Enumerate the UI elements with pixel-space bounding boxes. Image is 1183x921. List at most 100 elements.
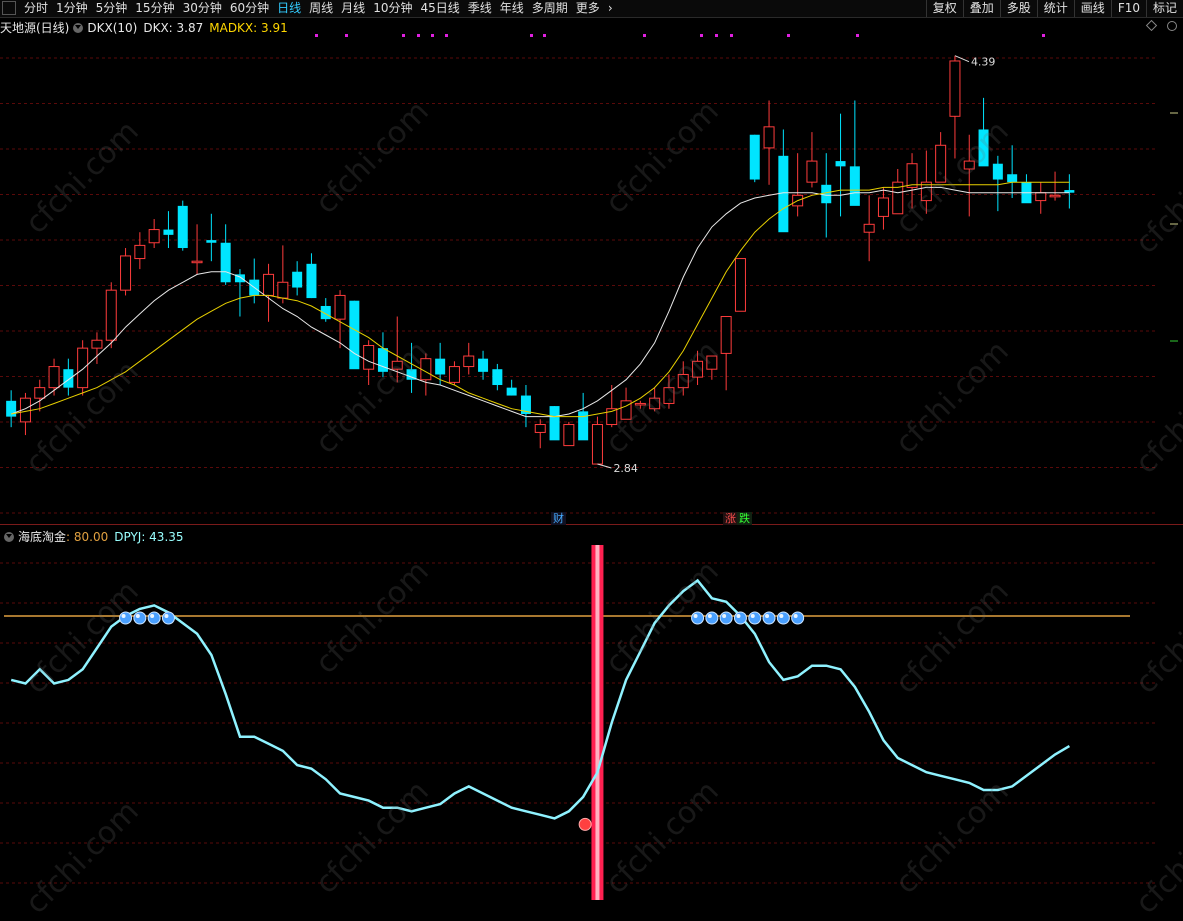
candle-body	[6, 400, 17, 417]
bubble-highlight	[736, 614, 741, 618]
candle-body	[749, 134, 760, 180]
candle-body	[549, 406, 560, 441]
candle-body	[391, 360, 403, 370]
signal-bubble	[691, 611, 705, 625]
candle-body	[963, 160, 975, 170]
signal-dot	[530, 34, 533, 37]
candle-body	[620, 400, 632, 420]
low-marker-line	[597, 463, 612, 469]
candle-body	[334, 294, 346, 320]
signal-bubble	[776, 611, 790, 625]
finance-tag[interactable]: 财	[551, 512, 566, 525]
bubble-highlight	[722, 614, 727, 618]
candle-body	[148, 229, 160, 244]
candle-body	[177, 205, 188, 249]
candle-body	[506, 387, 517, 396]
signal-bubble	[791, 611, 805, 625]
signal-bubble	[147, 611, 161, 625]
candle-body	[692, 360, 704, 378]
signal-bubble	[161, 611, 175, 625]
candle-body	[292, 271, 303, 288]
signal-dot	[787, 34, 790, 37]
candle-body	[320, 305, 331, 320]
candle-body	[492, 369, 503, 386]
signal-dot	[1042, 34, 1045, 37]
candle-body	[634, 402, 646, 406]
candle-body	[1035, 192, 1047, 202]
candle-body	[534, 424, 546, 433]
signal-bubble	[762, 611, 776, 625]
candle-body	[206, 240, 217, 243]
candle-body	[806, 160, 818, 183]
candle-body	[1007, 174, 1018, 183]
high-price-label: 4.39	[971, 56, 996, 69]
signal-dot	[700, 34, 703, 37]
signal-bubble	[748, 611, 762, 625]
bubble-highlight	[750, 614, 755, 618]
fall-tag[interactable]: 跌	[737, 512, 752, 525]
signal-dot	[543, 34, 546, 37]
candle-body	[105, 289, 117, 341]
candle-body	[420, 358, 432, 381]
candle-body	[263, 273, 275, 296]
signal-dot	[345, 34, 348, 37]
candle-body	[992, 163, 1003, 180]
candle-body	[34, 387, 46, 399]
candle-body	[91, 339, 103, 349]
candle-body	[363, 344, 375, 370]
madkx-line	[11, 181, 1070, 418]
circle-icon[interactable]	[1167, 21, 1177, 31]
candle-body	[821, 184, 832, 204]
signal-bar-highlight	[595, 545, 600, 900]
signal-dot	[445, 34, 448, 37]
candle-body	[277, 281, 289, 299]
candle-body	[949, 60, 961, 117]
candle-body	[906, 163, 918, 188]
signal-dot	[402, 34, 405, 37]
candle-body	[835, 161, 846, 167]
candle-body	[448, 366, 460, 383]
signal-bubble	[133, 611, 147, 625]
candle-body	[163, 229, 174, 235]
candle-body	[306, 263, 317, 299]
candle-body	[1049, 194, 1061, 198]
rise-tag[interactable]: 涨	[723, 512, 738, 525]
signal-bubble	[705, 611, 719, 625]
bubble-highlight	[779, 614, 784, 618]
bubble-highlight	[693, 614, 698, 618]
candle-body	[778, 155, 789, 233]
candle-body	[763, 126, 775, 149]
candle-body	[220, 242, 231, 283]
signal-dot	[856, 34, 859, 37]
bubble-highlight	[707, 614, 712, 618]
candle-body	[877, 197, 889, 217]
signal-dot	[643, 34, 646, 37]
candle-body	[463, 355, 475, 368]
candle-body	[849, 166, 860, 206]
candle-body	[48, 366, 60, 389]
candle-body	[720, 316, 732, 354]
signal-dot	[730, 34, 733, 37]
signal-bubble	[733, 611, 747, 625]
signal-dot	[315, 34, 318, 37]
bubble-highlight	[793, 614, 798, 618]
candle-body	[591, 424, 603, 465]
candle-body	[706, 355, 718, 370]
candle-body	[677, 373, 689, 389]
candle-body	[435, 358, 446, 375]
dkx-line	[11, 186, 1070, 418]
signal-dot	[417, 34, 420, 37]
signal-dot	[431, 34, 434, 37]
diamond-icon[interactable]	[1145, 19, 1158, 32]
bubble-highlight	[121, 614, 126, 618]
candle-body	[134, 244, 146, 260]
candle-body	[120, 255, 132, 291]
chart-canvas[interactable]: 4.39 2.84	[0, 0, 1183, 906]
candle-body	[478, 358, 489, 372]
candle-body	[191, 260, 203, 264]
candle-body	[77, 347, 89, 389]
low-price-label: 2.84	[613, 462, 638, 475]
candle-body	[63, 369, 74, 388]
candle-body	[863, 223, 875, 233]
candle-body	[935, 144, 947, 183]
